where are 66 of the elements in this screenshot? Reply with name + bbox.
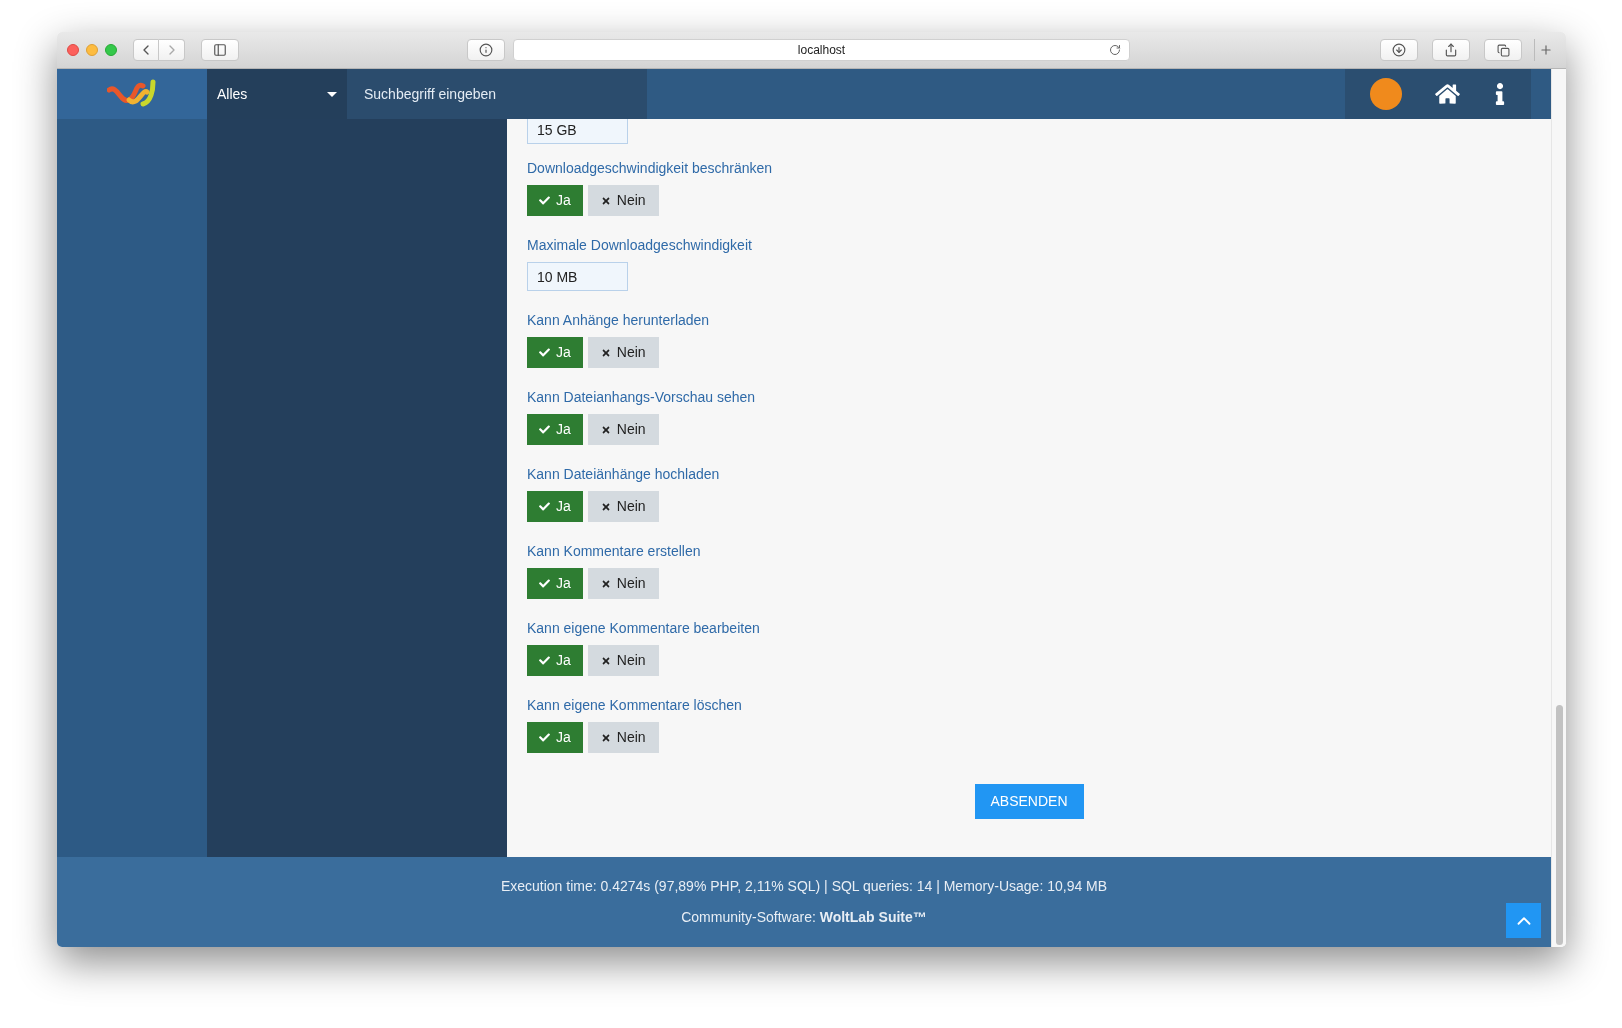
field-label: Kann Dateianhangs-Vorschau sehen	[527, 388, 756, 407]
field-label: Kann eigene Kommentare löschen	[527, 696, 742, 715]
execution-stats: Execution time: 0.4274s (97,89% PHP, 2,11% SQL) | SQL queries: 14 | Memory-Usage: 10,94 MB	[500, 877, 1108, 896]
sidebar-toggle-button[interactable]	[201, 39, 239, 61]
no-button[interactable]: Nein	[587, 337, 659, 368]
share-icon	[1444, 43, 1458, 57]
address-text: localhost	[797, 42, 846, 59]
no-button[interactable]: Nein	[587, 645, 659, 676]
no-button[interactable]: Nein	[587, 491, 659, 522]
input-field[interactable]: 15 GB	[527, 119, 628, 144]
close-window-icon[interactable]	[67, 44, 79, 56]
downloads-button[interactable]	[1380, 39, 1418, 61]
scroll-top-button[interactable]	[1506, 903, 1541, 938]
no-button[interactable]: Nein	[587, 185, 659, 216]
footer-credit: Community-Software: WoltLab Suite™	[681, 908, 927, 927]
check-icon	[539, 424, 550, 435]
download-icon	[1392, 43, 1406, 57]
close-icon	[600, 424, 611, 435]
info-icon[interactable]	[1494, 83, 1507, 105]
check-icon	[539, 347, 550, 358]
field-label: Kann Dateiänhänge hochladen	[527, 465, 720, 484]
field-label: Downloadgeschwindigkeit beschränken	[527, 159, 773, 178]
plus-icon	[1538, 43, 1553, 57]
home-icon[interactable]	[1435, 83, 1461, 105]
yes-button[interactable]: Ja	[527, 645, 583, 676]
close-icon	[600, 578, 611, 589]
field-label: Kann Kommentare erstellen	[527, 542, 701, 561]
caret-icon	[327, 91, 337, 97]
sidebar-icon	[213, 43, 227, 57]
field-label: Kann Anhänge herunterladen	[527, 311, 710, 330]
address-bar[interactable]: localhost	[513, 39, 1130, 61]
tabs-button[interactable]	[1484, 39, 1522, 61]
reload-icon[interactable]	[1109, 44, 1121, 56]
tabs-icon	[1496, 43, 1510, 57]
no-button[interactable]: Nein	[587, 568, 659, 599]
no-button[interactable]: Nein	[587, 414, 659, 445]
avatar[interactable]	[1369, 78, 1402, 110]
field-label: Maximale Downloadgeschwindigkeit	[527, 236, 752, 255]
back-button[interactable]	[133, 39, 159, 61]
search-field[interactable]: Suchbegriff eingeben	[347, 69, 647, 119]
close-icon	[600, 195, 611, 206]
close-icon	[600, 347, 611, 358]
yes-button[interactable]: Ja	[527, 185, 583, 216]
scrollbar-thumb[interactable]	[1555, 705, 1563, 945]
check-icon	[539, 578, 550, 589]
input-field[interactable]: 10 MB	[527, 262, 628, 291]
close-icon	[600, 732, 611, 743]
share-button[interactable]	[1432, 39, 1470, 61]
yes-button[interactable]: Ja	[527, 722, 583, 753]
yes-button[interactable]: Ja	[527, 491, 583, 522]
reader-button[interactable]	[467, 39, 505, 61]
yes-button[interactable]: Ja	[527, 568, 583, 599]
field-label: Kann eigene Kommentare bearbeiten	[527, 619, 760, 638]
check-icon	[539, 655, 550, 666]
scrollbar[interactable]	[1551, 69, 1566, 947]
no-button[interactable]: Nein	[587, 722, 659, 753]
yes-button[interactable]: Ja	[527, 337, 583, 368]
search-scope-dropdown[interactable]: Alles	[207, 69, 347, 119]
zoom-window-icon[interactable]	[105, 44, 117, 56]
close-icon	[600, 501, 611, 512]
check-icon	[539, 195, 550, 206]
check-icon	[539, 732, 550, 743]
check-icon	[539, 501, 550, 512]
info-icon	[479, 43, 493, 57]
yes-button[interactable]: Ja	[527, 414, 583, 445]
close-icon	[600, 655, 611, 666]
